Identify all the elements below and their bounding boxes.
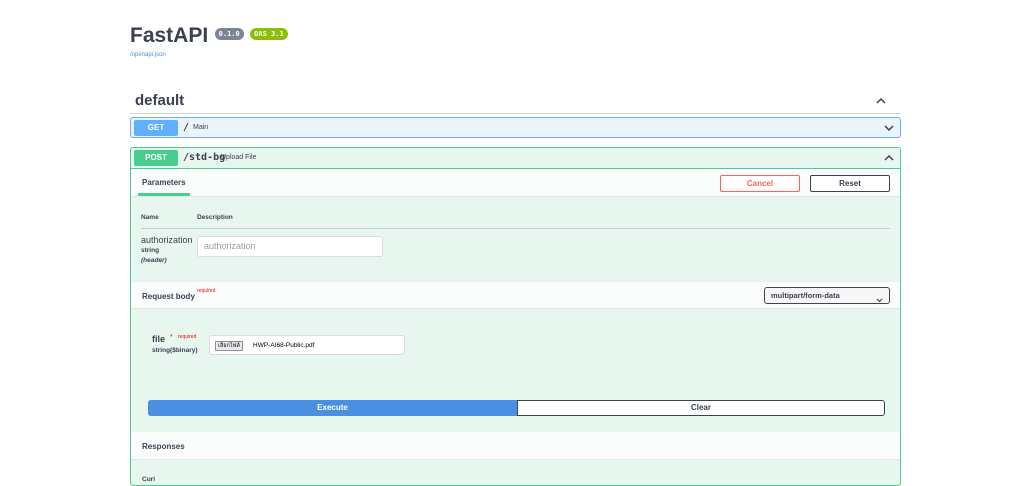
- operation-summary: Main: [193, 124, 209, 131]
- required-label: required: [197, 288, 216, 294]
- required-label: required: [178, 334, 197, 340]
- version-badge: 0.1.0: [214, 28, 244, 40]
- chevron-up-icon[interactable]: [875, 95, 887, 107]
- tab-parameters[interactable]: Parameters: [142, 178, 186, 187]
- authorization-input[interactable]: authorization: [197, 236, 383, 257]
- operation-path: /std-bg: [183, 152, 226, 163]
- section-title: default: [135, 92, 185, 109]
- curl-label: Curl: [142, 476, 155, 483]
- content-type-select[interactable]: multipart/form-data: [764, 287, 890, 304]
- api-header: FastAPI 0.1.0 OAS 3.1: [130, 24, 288, 48]
- file-field-name: file: [152, 334, 166, 344]
- column-header-name: Name: [141, 214, 159, 221]
- parameters-tabbar: Parameters Cancel Reset: [131, 169, 900, 197]
- active-tab-indicator: [138, 193, 190, 196]
- api-title: FastAPI: [130, 24, 209, 47]
- choose-file-button[interactable]: เลือกไฟล์: [215, 341, 243, 351]
- request-body-bar: Request body required multipart/form-dat…: [131, 281, 900, 309]
- execute-button[interactable]: Execute: [148, 400, 517, 416]
- cancel-button[interactable]: Cancel: [720, 175, 800, 192]
- file-field-type: string($binary): [152, 347, 198, 354]
- operation-summary: Upload File: [221, 154, 257, 161]
- method-badge-post: POST: [134, 150, 178, 166]
- content-type-value: multipart/form-data: [771, 291, 840, 300]
- param-name: authorization: [141, 235, 193, 245]
- reset-button[interactable]: Reset: [810, 175, 890, 192]
- openapi-spec-link[interactable]: /openapi.json: [130, 52, 166, 58]
- chevron-up-icon[interactable]: [883, 152, 895, 164]
- operation-header[interactable]: POST /std-bg Upload File: [131, 148, 900, 169]
- selected-file-name: HWP-AI68-Public.pdf: [253, 342, 315, 349]
- responses-title: Responses: [142, 442, 185, 451]
- operation-post-std-bg: POST /std-bg Upload File Parameters Canc…: [130, 147, 901, 486]
- chevron-down-icon[interactable]: [883, 122, 895, 134]
- column-header-description: Description: [197, 214, 233, 221]
- request-body-title: Request body: [142, 292, 195, 301]
- method-badge-get: GET: [134, 120, 178, 136]
- responses-bar: Responses: [131, 432, 900, 460]
- clear-button[interactable]: Clear: [517, 400, 885, 416]
- tag-section-default[interactable]: default: [130, 88, 901, 114]
- param-type: string: [141, 247, 160, 254]
- divider: [141, 228, 890, 229]
- operation-path: /: [183, 122, 190, 133]
- file-input[interactable]: เลือกไฟล์ HWP-AI68-Public.pdf: [209, 335, 405, 355]
- operation-get-root[interactable]: GET / Main: [130, 117, 901, 138]
- required-star: *: [170, 334, 173, 341]
- param-location: (header): [141, 257, 167, 264]
- oas-badge: OAS 3.1: [250, 28, 288, 40]
- chevron-down-icon: [876, 293, 883, 308]
